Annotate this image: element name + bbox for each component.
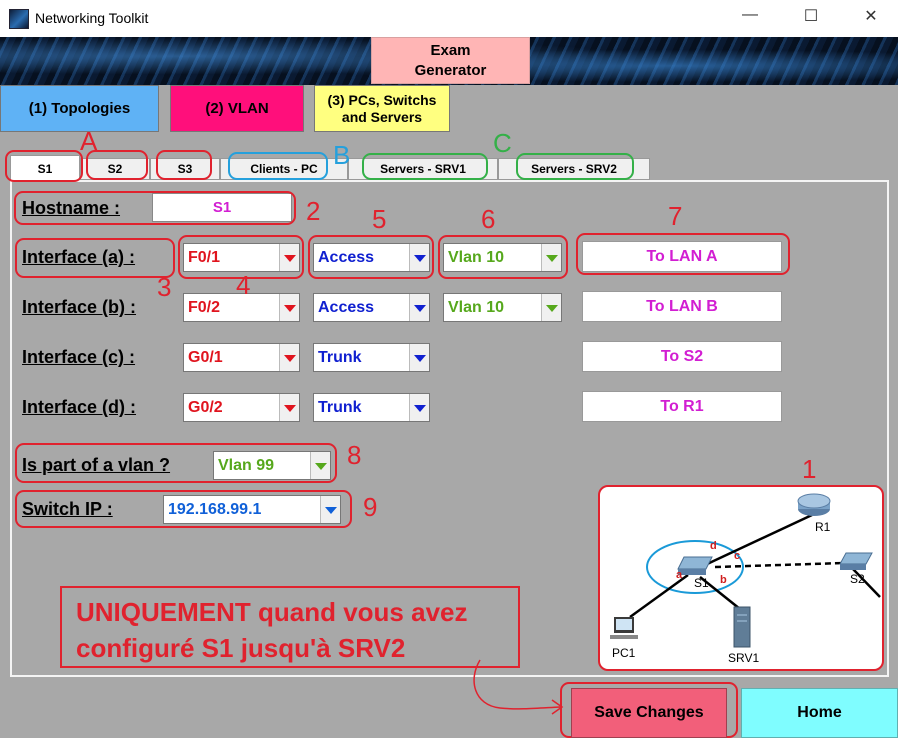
- annotation-letter-c: C: [493, 128, 512, 158]
- arrow-icon: [473, 659, 564, 715]
- window-title: Networking Toolkit: [35, 10, 149, 26]
- label-r1: R1: [815, 520, 831, 534]
- interface-b-vlan-select[interactable]: Vlan 10: [443, 293, 562, 322]
- interface-c-port-value: G0/1: [188, 349, 223, 366]
- home-button[interactable]: Home: [741, 688, 898, 738]
- pc-icon: [610, 617, 638, 639]
- chevron-down-icon[interactable]: [409, 394, 429, 421]
- chevron-down-icon[interactable]: [279, 294, 299, 321]
- annotation-number-2: 2: [306, 196, 321, 226]
- annotation-number-7: 7: [668, 201, 683, 231]
- app-icon: [9, 9, 29, 29]
- interface-d-mode-value: Trunk: [318, 399, 362, 416]
- annotation-number-3: 3: [157, 272, 172, 302]
- pcs-switches-servers-button[interactable]: (3) PCs, Switchs and Servers: [314, 85, 450, 132]
- interface-b-port-value: F0/2: [188, 299, 221, 316]
- chevron-down-icon[interactable]: [279, 344, 299, 371]
- annotation-number-9: 9: [363, 492, 378, 522]
- annotation-letter-b: B: [333, 140, 351, 170]
- instruction-note: UNIQUEMENT quand vous avez configuré S1 …: [60, 586, 520, 668]
- annotation-letter-a: A: [80, 126, 98, 156]
- interface-d-port-value: G0/2: [188, 399, 223, 416]
- switch-s2-icon: [839, 552, 873, 570]
- topology-svg: R1 S1 S2 PC1 SRV1 a b c d: [610, 493, 881, 665]
- topologies-button[interactable]: (1) Topologies: [0, 85, 159, 132]
- save-changes-button[interactable]: Save Changes: [571, 688, 727, 738]
- label-pc1: PC1: [612, 646, 636, 660]
- exam-generator-button[interactable]: Exam Generator: [371, 37, 530, 84]
- switch-s1-icon: [677, 556, 713, 575]
- interface-c-port-select[interactable]: G0/1: [183, 343, 300, 372]
- annotation-box-srv1: [362, 153, 488, 180]
- title-bar: Networking Toolkit — ☐ ✕: [0, 0, 898, 37]
- annotation-box-vlan: [438, 235, 568, 279]
- annotation-box-description: [576, 233, 790, 275]
- annotation-number-4: 4: [236, 270, 251, 300]
- exam-generator-label: Exam Generator: [414, 41, 487, 79]
- chevron-down-icon[interactable]: [541, 294, 561, 321]
- interface-d-description[interactable]: To R1: [582, 391, 782, 422]
- chevron-down-icon[interactable]: [279, 394, 299, 421]
- interface-d-port-select[interactable]: G0/2: [183, 393, 300, 422]
- interface-d-mode-select[interactable]: Trunk: [313, 393, 430, 422]
- annotation-box-srv2: [516, 153, 634, 180]
- maximize-button[interactable]: ☐: [796, 6, 826, 26]
- router-icon: [797, 493, 831, 516]
- close-button[interactable]: ✕: [856, 6, 886, 26]
- interface-b-mode-value: Access: [318, 299, 375, 316]
- link-label-c: c: [734, 550, 740, 562]
- annotation-box-clients: [228, 152, 328, 180]
- annotation-box-tab-s1: [5, 150, 83, 182]
- link-s1-pc1: [629, 573, 689, 619]
- label-s2: S2: [850, 572, 865, 586]
- annotation-box-switch-ip: [15, 490, 352, 528]
- interface-b-mode-select[interactable]: Access: [313, 293, 430, 322]
- topology-diagram: R1 S1 S2 PC1 SRV1 a b c d: [598, 485, 884, 671]
- annotation-box-hostname: [14, 191, 296, 225]
- interface-d-label: Interface (d) :: [22, 397, 137, 417]
- link-s1-r1: [704, 513, 813, 567]
- server-icon: [733, 606, 751, 648]
- link-s1-s2: [714, 561, 846, 569]
- annotation-number-8: 8: [347, 440, 362, 470]
- interface-c-label: Interface (c) :: [22, 347, 136, 367]
- interface-c-mode-select[interactable]: Trunk: [313, 343, 430, 372]
- link-label-b: b: [720, 574, 727, 586]
- label-s1: S1: [694, 576, 709, 590]
- interface-b-label: Interface (b) :: [22, 297, 137, 317]
- chevron-down-icon[interactable]: [409, 294, 429, 321]
- annotation-box-interface-label: [15, 238, 175, 278]
- annotation-number-6: 6: [481, 204, 496, 234]
- annotation-box-mode: [308, 235, 434, 279]
- interface-c-description[interactable]: To S2: [582, 341, 782, 372]
- link-label-d: d: [710, 540, 717, 552]
- annotation-number-5: 5: [372, 204, 387, 234]
- interface-b-description[interactable]: To LAN B: [582, 291, 782, 322]
- annotation-number-1: 1: [802, 454, 817, 484]
- link-label-a: a: [676, 569, 683, 581]
- interface-c-mode-value: Trunk: [318, 349, 362, 366]
- interface-b-vlan-value: Vlan 10: [448, 299, 505, 316]
- vlan-button[interactable]: (2) VLAN: [170, 85, 304, 132]
- annotation-box-vlan-member: [15, 443, 337, 483]
- annotation-box-tab-s3: [156, 150, 212, 180]
- minimize-button[interactable]: —: [735, 6, 765, 24]
- label-srv1: SRV1: [728, 651, 759, 665]
- chevron-down-icon[interactable]: [409, 344, 429, 371]
